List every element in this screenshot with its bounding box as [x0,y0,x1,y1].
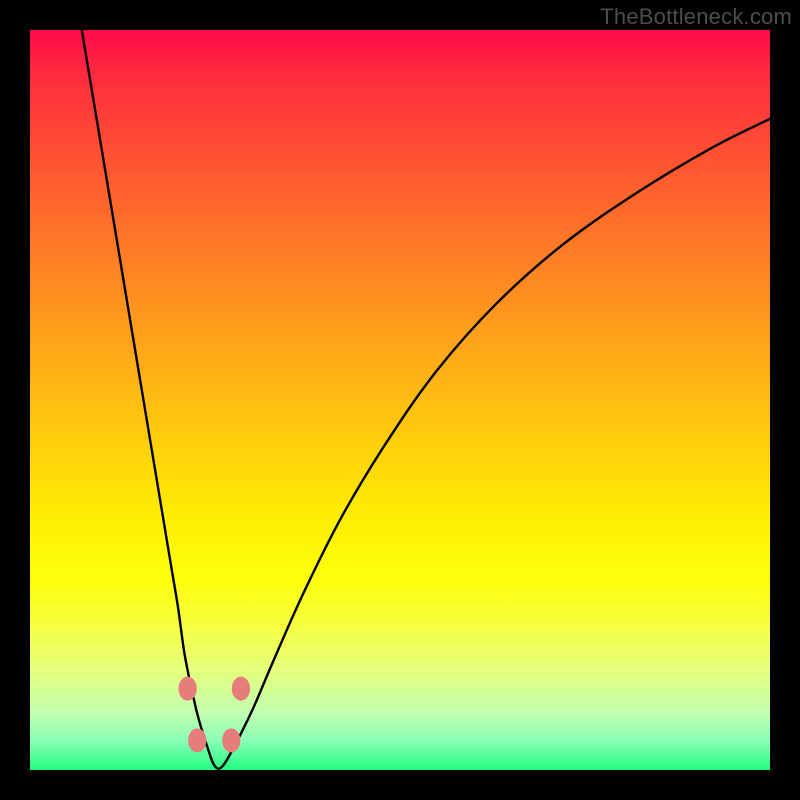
curve-marker [222,728,240,752]
curve-marker [188,728,206,752]
chart-frame: TheBottleneck.com [0,0,800,800]
bottleneck-curve-path [82,30,770,769]
curve-marker [232,677,250,701]
curve-marker [178,677,196,701]
curve-svg [30,30,770,770]
plot-area [30,30,770,770]
curve-markers [178,677,250,753]
watermark-text: TheBottleneck.com [600,4,792,30]
